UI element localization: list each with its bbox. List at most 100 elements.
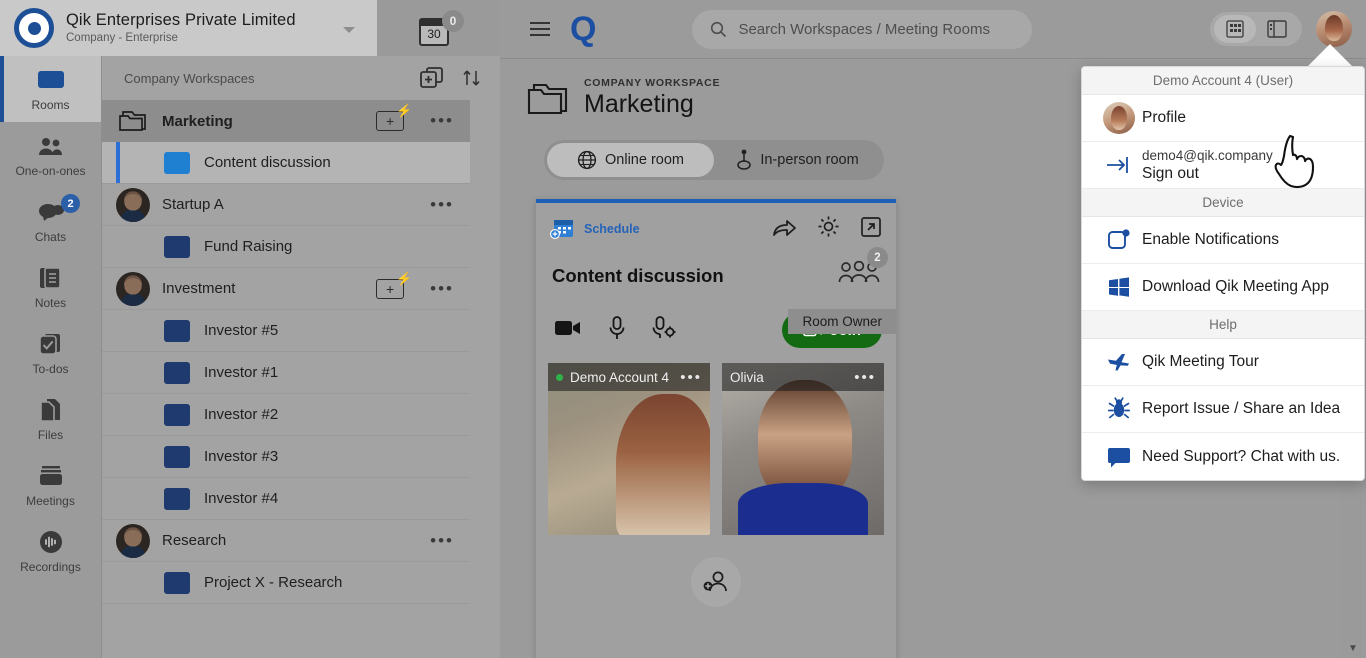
lightning-icon: ⚡ <box>396 271 412 287</box>
user-avatar-button[interactable] <box>1316 11 1352 47</box>
workspace-group-name: Investment <box>162 280 376 297</box>
room-row[interactable]: Project X - Research <box>102 562 470 604</box>
add-room-button[interactable]: + ⚡ <box>376 111 404 131</box>
recordings-icon <box>38 529 64 555</box>
company-name: Qik Enterprises Private Limited <box>66 11 296 30</box>
room-row[interactable]: Investor #3 <box>102 436 470 478</box>
room-name: Investor #4 <box>204 490 278 507</box>
microphone-settings-icon[interactable] <box>652 316 678 345</box>
menu-item-label: Sign out <box>1142 165 1273 183</box>
sidebar-item-label: Meetings <box>26 494 75 508</box>
chat-icon <box>1096 446 1142 468</box>
room-row[interactable]: Investor #5 <box>102 310 470 352</box>
menu-item-label: Need Support? Chat with us. <box>1142 448 1340 466</box>
menu-item-meeting-tour[interactable]: Qik Meeting Tour <box>1082 339 1364 386</box>
calendar-day-button[interactable]: 30 0 <box>409 10 469 52</box>
lightning-icon: ⚡ <box>396 103 412 119</box>
menu-item-label: Enable Notifications <box>1142 231 1279 249</box>
room-type-tabs[interactable]: Online room In-person room <box>544 140 884 180</box>
workspace-group-row[interactable]: Investment + ⚡ ••• <box>102 268 470 310</box>
camera-icon[interactable] <box>554 318 582 343</box>
room-color-swatch <box>164 404 190 426</box>
menu-item-enable-notifications[interactable]: Enable Notifications <box>1082 217 1364 264</box>
room-row[interactable]: Investor #2 <box>102 394 470 436</box>
participant-name: Demo Account 4 <box>570 370 669 385</box>
chats-badge: 2 <box>61 194 80 213</box>
menu-item-download-app[interactable]: Download Qik Meeting App <box>1082 264 1364 311</box>
menu-item-report-issue[interactable]: Report Issue / Share an Idea <box>1082 386 1364 433</box>
room-row[interactable]: Investor #4 <box>102 478 470 520</box>
workspace-group-row[interactable]: Startup A ••• <box>102 184 470 226</box>
calendar-badge: 0 <box>442 10 464 32</box>
scroll-down-arrow-icon[interactable]: ▼ <box>1340 643 1366 654</box>
participant-tiles: Demo Account 4 ••• Olivia ••• <box>536 348 896 535</box>
sidebar-item-rooms[interactable]: Rooms <box>0 56 101 122</box>
participant-tile[interactable]: Olivia ••• <box>722 363 884 535</box>
tab-in-person-room[interactable]: In-person room <box>714 143 881 177</box>
open-external-icon[interactable] <box>860 216 882 243</box>
workspace-group-row[interactable]: Research ••• <box>102 520 470 562</box>
workspace-more-button[interactable]: ••• <box>426 111 458 131</box>
sidebar-item-recordings[interactable]: Recordings <box>0 518 101 584</box>
microphone-icon[interactable] <box>608 316 626 345</box>
workspace-more-button[interactable]: ••• <box>426 195 458 215</box>
workspace-list[interactable]: Marketing + ⚡ ••• Content discussion Sta… <box>102 100 470 658</box>
tab-online-room[interactable]: Online room <box>547 143 714 177</box>
sidebar-item-chats[interactable]: 2 Chats <box>0 188 101 254</box>
sort-arrows-icon[interactable] <box>462 68 482 88</box>
workspace-more-button[interactable]: ••• <box>426 531 458 551</box>
add-workspace-icon[interactable] <box>420 67 444 89</box>
qik-wordmark-logo: Q <box>570 12 596 46</box>
room-color-swatch <box>164 362 190 384</box>
dropdown-section-device: Device <box>1082 189 1364 217</box>
share-arrow-icon[interactable] <box>771 216 797 243</box>
sidebar-item-notes[interactable]: Notes <box>0 254 101 320</box>
dropdown-caret <box>1306 44 1354 68</box>
calendar-add-icon <box>550 218 576 240</box>
room-name: Investor #2 <box>204 406 278 423</box>
menu-item-support-chat[interactable]: Need Support? Chat with us. <box>1082 433 1364 480</box>
chevron-down-icon[interactable] <box>343 27 355 33</box>
workspace-group-name: Marketing <box>162 113 376 130</box>
menu-item-profile[interactable]: Profile <box>1082 95 1364 142</box>
user-avatar-icon <box>1096 102 1142 134</box>
page-title: Marketing <box>584 90 720 119</box>
avatar <box>116 272 150 306</box>
sidebar-item-label: Chats <box>35 230 66 244</box>
participant-tile[interactable]: Demo Account 4 ••• <box>548 363 710 535</box>
workspace-more-button[interactable]: ••• <box>426 279 458 299</box>
tile-more-button[interactable]: ••• <box>680 369 702 386</box>
sidebar-item-one-on-ones[interactable]: One-on-ones <box>0 122 101 188</box>
checkbox-stack-icon <box>38 331 64 357</box>
add-room-button[interactable]: + ⚡ <box>376 279 404 299</box>
room-card-title: Content discussion <box>552 265 724 287</box>
sidebar-item-files[interactable]: Files <box>0 386 101 452</box>
online-status-dot <box>556 374 563 381</box>
panel-view-icon[interactable] <box>1256 15 1298 43</box>
gear-icon[interactable] <box>817 215 840 243</box>
workspace-group-row[interactable]: Marketing + ⚡ ••• <box>102 100 470 142</box>
menu-item-label: Download Qik Meeting App <box>1142 278 1329 296</box>
sidebar-item-meetings[interactable]: Meetings <box>0 452 101 518</box>
company-subtitle: Company - Enterprise <box>66 32 296 45</box>
company-header[interactable]: Qik Enterprises Private Limited Company … <box>0 0 377 56</box>
meeting-room-card: Schedule Content discussion <box>536 199 896 658</box>
tile-more-button[interactable]: ••• <box>854 369 876 386</box>
search-input[interactable]: Search Workspaces / Meeting Rooms <box>692 10 1032 49</box>
room-row[interactable]: Content discussion <box>102 142 470 184</box>
room-row[interactable]: Fund Raising <box>102 226 470 268</box>
view-toggle-group[interactable] <box>1210 12 1302 46</box>
schedule-button[interactable]: Schedule <box>550 218 640 240</box>
add-participant-button[interactable] <box>691 557 741 607</box>
hamburger-menu-icon[interactable] <box>530 22 550 36</box>
menu-item-sign-out[interactable]: demo4@qik.company Sign out <box>1082 142 1364 189</box>
room-color-swatch <box>164 320 190 342</box>
schedule-label: Schedule <box>584 222 640 236</box>
tab-label: In-person room <box>760 152 858 168</box>
participants-indicator[interactable]: 2 <box>838 261 880 290</box>
workspace-panel: Company Workspaces Marketing + ⚡ ••• <box>102 56 500 658</box>
sidebar-item-to-dos[interactable]: To-dos <box>0 320 101 386</box>
room-row[interactable]: Investor #1 <box>102 352 470 394</box>
files-icon <box>38 397 64 423</box>
grid-view-icon[interactable] <box>1214 15 1256 43</box>
